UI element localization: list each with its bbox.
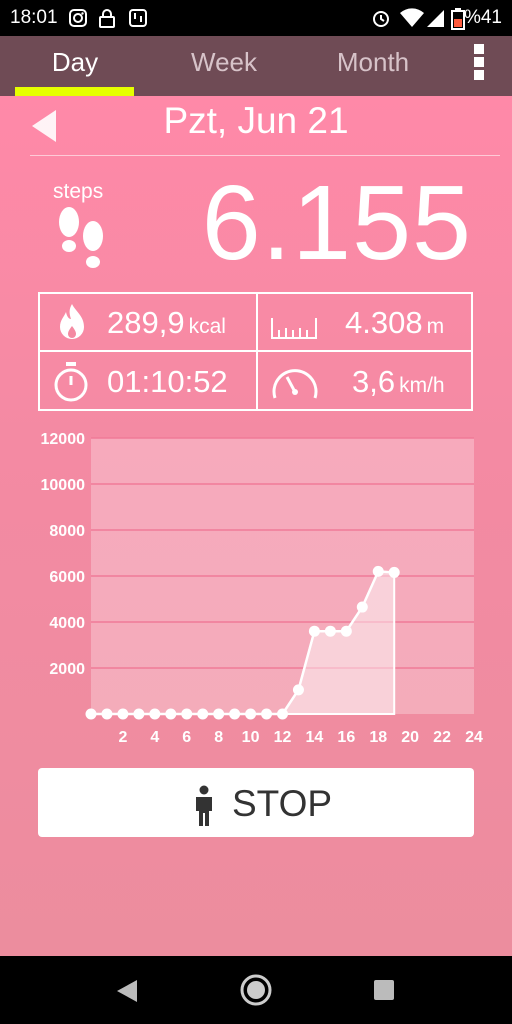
speed-value: 3,6	[352, 364, 396, 399]
speedometer-icon	[272, 369, 318, 399]
person-icon	[196, 785, 212, 826]
calories-value: 289,9	[107, 305, 185, 340]
data-point	[372, 565, 384, 577]
x-tick-label: 2	[118, 729, 127, 746]
recents-nav-icon[interactable]	[373, 979, 395, 1001]
lock-icon	[99, 9, 115, 28]
status-time: 18:01	[10, 7, 58, 28]
data-point	[213, 708, 225, 720]
x-tick-label: 12	[274, 729, 292, 746]
status-bar: 18:01 %41	[0, 0, 512, 36]
x-tick-label: 22	[433, 729, 451, 746]
data-point	[133, 708, 145, 720]
data-point	[356, 601, 368, 613]
speed-stat: 3,6 km/h	[352, 364, 445, 400]
duration-stat: 01:10:52	[107, 364, 228, 400]
overflow-menu-icon[interactable]	[472, 44, 486, 84]
date-label: Pzt, Jun 21	[163, 100, 349, 141]
data-point	[340, 625, 352, 637]
y-tick-label: 10000	[41, 477, 86, 494]
x-tick-label: 8	[214, 729, 223, 746]
data-point	[181, 708, 193, 720]
x-tick-label: 10	[242, 729, 260, 746]
battery-percent: %41	[463, 7, 502, 28]
app-icon	[129, 9, 147, 27]
alarm-icon	[373, 11, 389, 27]
y-tick-label: 6000	[49, 569, 85, 586]
y-tick-label: 4000	[49, 615, 85, 632]
duration-value: 01:10:52	[107, 364, 228, 399]
speed-unit: km/h	[399, 374, 445, 397]
back-nav-icon[interactable]	[113, 978, 139, 1004]
instagram-icon	[69, 9, 87, 27]
data-point	[277, 708, 288, 720]
distance-stat: 4.308 m	[345, 305, 444, 341]
data-point	[149, 708, 161, 720]
y-tick-label: 12000	[41, 431, 86, 448]
data-point	[197, 708, 209, 720]
distance-value: 4.308	[345, 305, 423, 340]
signal-icon	[427, 10, 444, 27]
distance-unit: m	[426, 315, 445, 338]
data-point	[388, 566, 400, 578]
data-point	[165, 708, 177, 720]
x-tick-label: 18	[369, 729, 387, 746]
tab-month[interactable]: Month	[298, 36, 448, 96]
x-tick-label: 16	[337, 729, 355, 746]
data-point	[117, 708, 129, 720]
data-point	[85, 708, 97, 720]
ruler-icon	[271, 318, 317, 339]
flame-icon	[60, 304, 84, 339]
stopwatch-icon	[54, 362, 88, 402]
x-tick-label: 6	[182, 729, 191, 746]
tab-indicator	[15, 87, 134, 96]
battery-icon	[451, 8, 465, 30]
footprints-icon	[59, 207, 103, 268]
data-point	[261, 708, 273, 720]
stop-button-label: STOP	[232, 783, 333, 824]
wifi-icon	[400, 8, 424, 27]
data-point	[292, 684, 304, 696]
date-divider	[30, 155, 500, 156]
x-tick-label: 24	[465, 729, 483, 746]
x-tick-label: 4	[150, 729, 159, 746]
home-nav-icon[interactable]	[239, 973, 273, 1007]
y-tick-label: 8000	[49, 523, 85, 540]
steps-chart: 200040006000800010000120002 4 6 8 10 12 14 16 18…	[41, 431, 484, 746]
data-point	[324, 625, 336, 637]
data-point	[308, 625, 320, 637]
y-tick-label: 2000	[49, 661, 85, 678]
data-point	[101, 708, 113, 720]
data-point	[245, 708, 257, 720]
calories-stat: 289,9 kcal	[107, 305, 226, 341]
steps-count: 6.155	[201, 164, 472, 282]
calories-unit: kcal	[188, 315, 226, 338]
steps-label: steps	[53, 180, 104, 203]
x-tick-label: 20	[401, 729, 419, 746]
navigation-bar	[0, 956, 512, 1024]
data-point	[229, 708, 241, 720]
tab-week[interactable]: Week	[149, 36, 299, 96]
x-tick-label: 14	[306, 729, 324, 746]
